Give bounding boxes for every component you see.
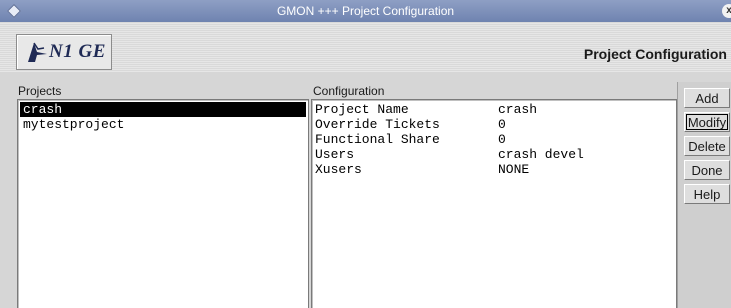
config-value: crash [498, 102, 538, 117]
config-row: Xusers NONE [315, 162, 676, 177]
list-item[interactable]: crash [20, 102, 306, 117]
config-value: 0 [498, 117, 506, 132]
projects-list[interactable]: crash mytestproject [17, 99, 309, 308]
list-item[interactable]: mytestproject [20, 117, 306, 132]
logo-text: N1 GE [49, 41, 106, 62]
project-configuration-window: GMON +++ Project Configuration x N1 GE P… [0, 0, 731, 308]
config-row: Override Tickets 0 [315, 117, 676, 132]
action-buttons: Add Modify Delete Done Help [677, 82, 731, 308]
projects-label: Projects [18, 84, 62, 98]
config-key: Functional Share [315, 132, 440, 147]
page-title: Project Configuration [583, 46, 727, 62]
bird-icon [28, 42, 47, 62]
config-value: crash devel [498, 147, 584, 162]
done-button[interactable]: Done [684, 160, 730, 180]
config-key: Users [315, 147, 355, 162]
configuration-label: Configuration [313, 84, 385, 98]
config-row: Functional Share 0 [315, 132, 676, 147]
delete-button[interactable]: Delete [684, 136, 730, 156]
config-key: Project Name [315, 102, 409, 117]
help-button[interactable]: Help [684, 184, 730, 204]
config-row: Project Name crash [315, 102, 676, 117]
header-banner: N1 GE Project Configuration [0, 22, 731, 72]
window-title: GMON +++ Project Configuration [276, 4, 455, 18]
config-key: Override Tickets [315, 117, 440, 132]
modify-button[interactable]: Modify [684, 112, 730, 132]
configuration-panel: Project Name crash Override Tickets 0 Functi… [311, 99, 677, 308]
title-bar[interactable]: GMON +++ Project Configuration x [0, 0, 731, 22]
config-key: Xusers [315, 162, 362, 177]
close-icon[interactable]: x [722, 4, 731, 18]
diamond-icon[interactable] [6, 3, 22, 19]
n1ge-logo: N1 GE [16, 34, 112, 70]
config-value: 0 [498, 132, 506, 147]
config-value: NONE [498, 162, 530, 177]
add-button[interactable]: Add [684, 88, 730, 108]
config-row: Users crash devel [315, 147, 676, 162]
